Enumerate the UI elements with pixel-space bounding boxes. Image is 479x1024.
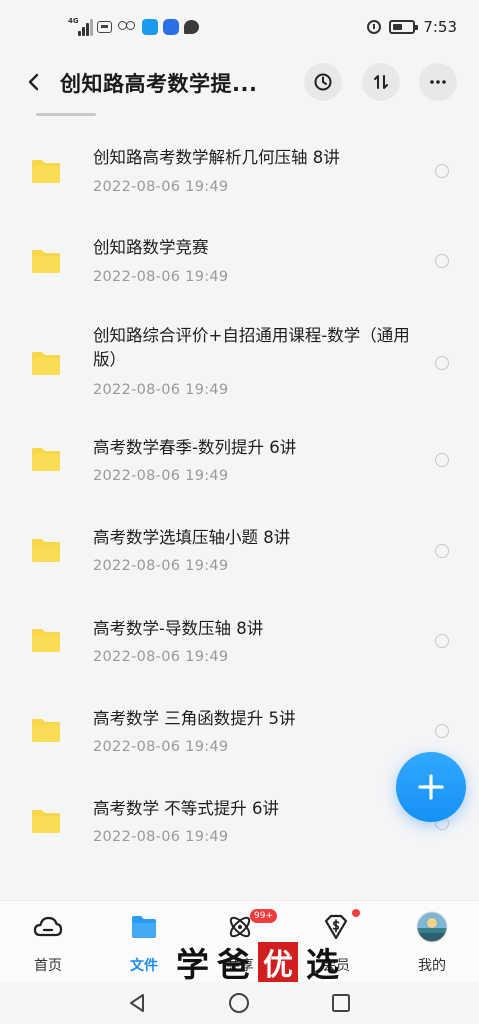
nfc-icon bbox=[97, 21, 112, 33]
watermark: 学 爸 优 选 bbox=[176, 938, 339, 986]
select-radio[interactable] bbox=[435, 453, 449, 467]
watermark-char: 爸 bbox=[217, 945, 250, 984]
nav-home-button[interactable] bbox=[224, 988, 254, 1018]
square-recents-icon bbox=[332, 994, 350, 1012]
triangle-back-icon bbox=[130, 994, 144, 1012]
chevron-left-icon bbox=[28, 73, 39, 91]
nav-back-button[interactable] bbox=[122, 988, 152, 1018]
select-radio[interactable] bbox=[435, 634, 449, 648]
more-button[interactable] bbox=[419, 63, 457, 101]
signal-icon: 4G bbox=[68, 17, 93, 36]
file-name: 创知路综合评价+自招通用课程-数学（通用版） bbox=[93, 326, 410, 369]
tab-label: 我的 bbox=[418, 958, 446, 974]
home-cloud-icon bbox=[32, 911, 64, 943]
nav-recents-button[interactable] bbox=[326, 988, 356, 1018]
file-name: 创知路高考数学解析几何压轴 8讲 bbox=[93, 148, 340, 167]
select-radio[interactable] bbox=[435, 724, 449, 738]
watermark-logo-box: 优 bbox=[258, 942, 298, 983]
history-button[interactable] bbox=[304, 63, 342, 101]
file-name: 高考数学-导数压轴 8讲 bbox=[93, 619, 264, 638]
select-radio[interactable] bbox=[435, 544, 449, 558]
search-app-icon bbox=[142, 19, 158, 35]
status-icons-right: 7:53 bbox=[367, 16, 457, 38]
status-bar: 4G 7:53 bbox=[0, 0, 479, 56]
file-name: 高考数学 三角函数提升 5讲 bbox=[93, 709, 296, 728]
folder-icon bbox=[30, 808, 62, 834]
file-name: 高考数学 不等式提升 6讲 bbox=[93, 799, 279, 818]
link-icon bbox=[117, 20, 137, 34]
file-date: 2022-08-06 19:49 bbox=[93, 179, 229, 195]
sort-icon bbox=[374, 75, 388, 89]
avatar bbox=[416, 911, 448, 943]
battery-icon bbox=[389, 20, 419, 34]
file-name: 高考数学选填压轴小题 8讲 bbox=[93, 528, 291, 547]
clock: 7:53 bbox=[423, 18, 457, 36]
folder-icon bbox=[30, 446, 62, 472]
tab-label: 首页 bbox=[34, 958, 62, 974]
partial-list-item bbox=[36, 110, 126, 120]
file-date: 2022-08-06 19:49 bbox=[93, 468, 229, 484]
page-title: 创知路高考数学提... bbox=[60, 72, 258, 96]
folder-icon bbox=[30, 627, 62, 653]
plus-icon bbox=[418, 774, 444, 800]
title-bar: 创知路高考数学提... bbox=[0, 56, 479, 108]
file-name: 高考数学春季-数列提升 6讲 bbox=[93, 438, 297, 457]
select-radio[interactable] bbox=[435, 164, 449, 178]
watermark-char: 选 bbox=[306, 945, 339, 984]
file-name: 创知路数学竞赛 bbox=[93, 238, 209, 257]
status-icons-left: 4G bbox=[68, 16, 199, 38]
file-date: 2022-08-06 19:49 bbox=[93, 649, 229, 665]
system-nav-bar bbox=[0, 982, 479, 1024]
watermark-char: 学 bbox=[176, 945, 209, 984]
circle-home-icon bbox=[229, 993, 249, 1013]
file-date: 2022-08-06 19:49 bbox=[93, 382, 229, 398]
sort-button[interactable] bbox=[362, 63, 400, 101]
watermark-char: 优 bbox=[263, 948, 293, 983]
tab-home[interactable]: 首页 bbox=[0, 901, 96, 983]
cloud-app-icon bbox=[163, 19, 179, 35]
add-button[interactable] bbox=[396, 752, 466, 822]
share-badge: 99+ bbox=[250, 909, 277, 923]
vip-notification-dot bbox=[352, 909, 360, 917]
back-button[interactable] bbox=[18, 66, 50, 98]
more-dots-icon bbox=[430, 80, 446, 84]
network-type: 4G bbox=[68, 17, 79, 25]
file-date: 2022-08-06 19:49 bbox=[93, 829, 229, 845]
file-date: 2022-08-06 19:49 bbox=[93, 269, 229, 285]
file-date: 2022-08-06 19:49 bbox=[93, 739, 229, 755]
tab-mine[interactable]: 我的 bbox=[384, 901, 479, 983]
file-date: 2022-08-06 19:49 bbox=[93, 558, 229, 574]
folder-icon bbox=[30, 248, 62, 274]
file-folder-icon bbox=[128, 911, 160, 943]
folder-icon bbox=[30, 158, 62, 184]
folder-icon bbox=[30, 537, 62, 563]
alarm-icon bbox=[367, 20, 382, 34]
history-icon bbox=[314, 73, 332, 91]
select-radio[interactable] bbox=[435, 356, 449, 370]
select-radio[interactable] bbox=[435, 254, 449, 268]
chat-icon bbox=[184, 20, 199, 34]
folder-icon bbox=[30, 350, 62, 376]
folder-icon bbox=[30, 717, 62, 743]
